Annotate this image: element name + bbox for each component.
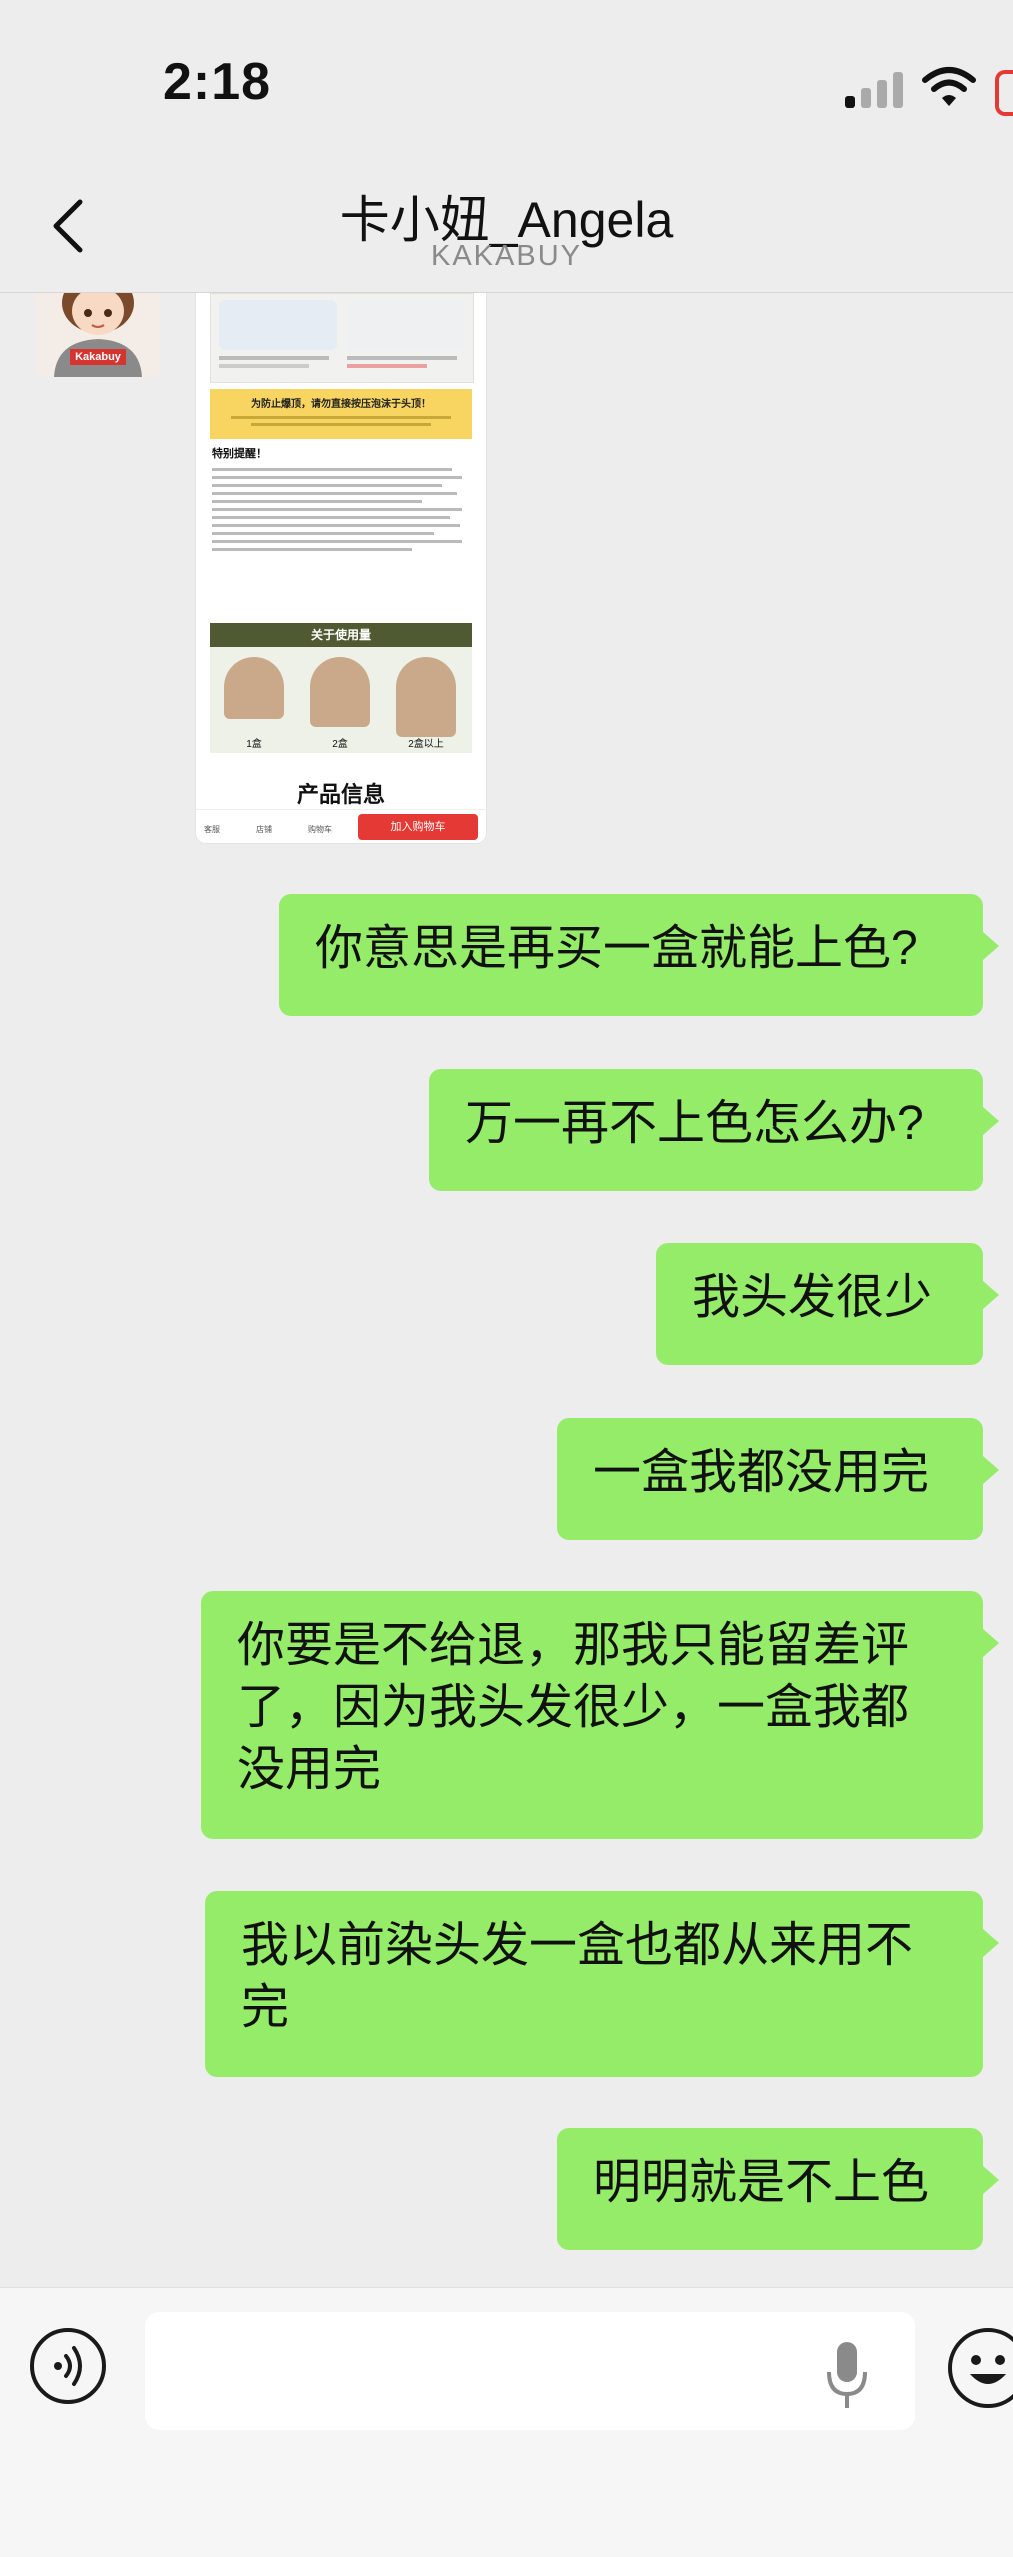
notes-text <box>212 463 470 556</box>
warning-banner: 为防止爆顶，请勿直接按压泡沫于头顶！ <box>210 389 472 439</box>
cellular-signal-icon <box>845 72 905 108</box>
outgoing-message[interactable]: 一盒我都没用完 <box>557 1418 999 1540</box>
message-input[interactable] <box>145 2312 915 2430</box>
avatar-badge: Kakabuy <box>70 349 126 365</box>
emoji-icon[interactable] <box>948 2328 1013 2408</box>
usage-section: 关于使用量 1盒 2盒 2盒以上 <box>210 623 472 753</box>
outgoing-message[interactable]: 我头发很少 <box>656 1243 999 1365</box>
product-illustration <box>210 293 474 383</box>
status-bar: 2:18 <box>0 0 1013 150</box>
outgoing-message[interactable]: 明明就是不上色 <box>557 2128 999 2250</box>
status-time: 2:18 <box>163 53 272 111</box>
chat-header: 卡小妞_Angela KAKABUY <box>0 150 1013 293</box>
wifi-icon <box>922 67 976 106</box>
chat-subtitle: KAKABUY <box>431 240 582 272</box>
voice-mode-icon[interactable] <box>30 2328 106 2404</box>
notes-title: 特别提醒！ <box>212 448 267 460</box>
battery-icon <box>995 70 1013 116</box>
microphone-icon[interactable] <box>825 2340 869 2410</box>
input-bar <box>0 2287 1013 2557</box>
product-info-heading: 产品信息 <box>296 782 385 807</box>
outgoing-message[interactable]: 你意思是再买一盒就能上色? <box>279 894 999 1016</box>
outgoing-message[interactable]: 万一再不上色怎么办? <box>429 1069 999 1191</box>
shop-bottom-nav: 客服 店铺 购物车 加入购物车 <box>196 809 486 843</box>
outgoing-message[interactable]: 我以前染头发一盒也都从来用不完 <box>205 1891 999 2077</box>
message-list[interactable]: Kakabuy 为防止爆顶，请勿直接按压泡沫于头顶！ 特别提醒！ 关于使用量 1… <box>0 293 1013 2287</box>
avatar[interactable]: Kakabuy <box>36 293 160 377</box>
outgoing-message[interactable]: 你要是不给退，那我只能留差评了，因为我头发很少，一盒我都没用完 <box>201 1591 999 1839</box>
incoming-image-message[interactable]: 为防止爆顶，请勿直接按压泡沫于头顶！ 特别提醒！ 关于使用量 1盒 2盒 2盒以… <box>196 293 486 843</box>
